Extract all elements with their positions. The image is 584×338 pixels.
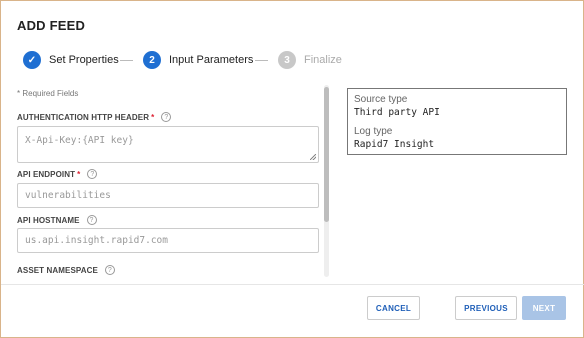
api-endpoint-label: API ENDPOINT * ? xyxy=(17,169,98,179)
step-finalize: 3 Finalize xyxy=(278,49,342,71)
auth-header-textarea[interactable]: X-Api-Key:{API key} xyxy=(17,126,319,163)
api-hostname-label: API HOSTNAME ? xyxy=(17,215,97,225)
step-label-input-parameters: Input Parameters xyxy=(169,54,254,66)
log-type-value: Rapid7 Insight xyxy=(354,139,435,150)
asset-namespace-label: ASSET NAMESPACE ? xyxy=(17,265,115,275)
previous-button[interactable]: PREVIOUS xyxy=(455,296,517,320)
source-type-label: Source type xyxy=(354,94,408,105)
api-endpoint-placeholder: vulnerabilities xyxy=(25,190,111,201)
asset-namespace-label-text: ASSET NAMESPACE xyxy=(17,265,98,275)
form-scrollbar-thumb[interactable] xyxy=(324,87,329,222)
question-circle-icon[interactable]: ? xyxy=(104,265,115,275)
step-label-finalize: Finalize xyxy=(304,54,342,66)
required-fields-note: * Required Fields xyxy=(17,89,79,98)
api-hostname-label-text: API HOSTNAME xyxy=(17,215,80,225)
dialog-title: ADD FEED xyxy=(17,18,86,33)
cancel-button[interactable]: CANCEL xyxy=(367,296,420,320)
api-hostname-input[interactable]: us.api.insight.rapid7.com xyxy=(17,228,319,253)
api-endpoint-label-text: API ENDPOINT xyxy=(17,169,76,179)
question-circle-icon[interactable]: ? xyxy=(87,169,98,179)
api-endpoint-input[interactable]: vulnerabilities xyxy=(17,183,319,208)
question-circle-icon[interactable]: ? xyxy=(161,112,172,122)
question-circle-icon[interactable]: ? xyxy=(86,215,97,225)
step-label-set-properties: Set Properties xyxy=(49,54,119,66)
auth-header-placeholder: X-Api-Key:{API key} xyxy=(25,135,134,146)
form-scroll-area: * Required Fields AUTHENTICATION HTTP HE… xyxy=(17,85,319,277)
feed-summary-box: Source type Third party API Log type Rap… xyxy=(347,88,567,155)
footer-divider xyxy=(1,284,584,285)
api-hostname-placeholder: us.api.insight.rapid7.com xyxy=(25,235,168,246)
required-marker: * xyxy=(77,169,81,179)
step-connector xyxy=(120,60,133,61)
step-number-badge: 2 xyxy=(143,51,161,69)
log-type-label: Log type xyxy=(354,126,393,137)
auth-header-label-text: AUTHENTICATION HTTP HEADER xyxy=(17,112,150,122)
next-button[interactable]: NEXT xyxy=(522,296,566,320)
check-icon: ✓ xyxy=(23,51,41,69)
step-connector xyxy=(255,60,268,61)
resize-handle-icon[interactable] xyxy=(310,154,316,160)
source-type-value: Third party API xyxy=(354,107,440,118)
step-set-properties: ✓ Set Properties xyxy=(23,49,119,71)
step-number-badge: 3 xyxy=(278,51,296,69)
step-input-parameters: 2 Input Parameters xyxy=(143,49,253,71)
auth-header-label: AUTHENTICATION HTTP HEADER * ? xyxy=(17,112,172,122)
add-feed-dialog: ADD FEED ✓ Set Properties 2 Input Parame… xyxy=(0,0,584,338)
required-marker: * xyxy=(151,112,155,122)
